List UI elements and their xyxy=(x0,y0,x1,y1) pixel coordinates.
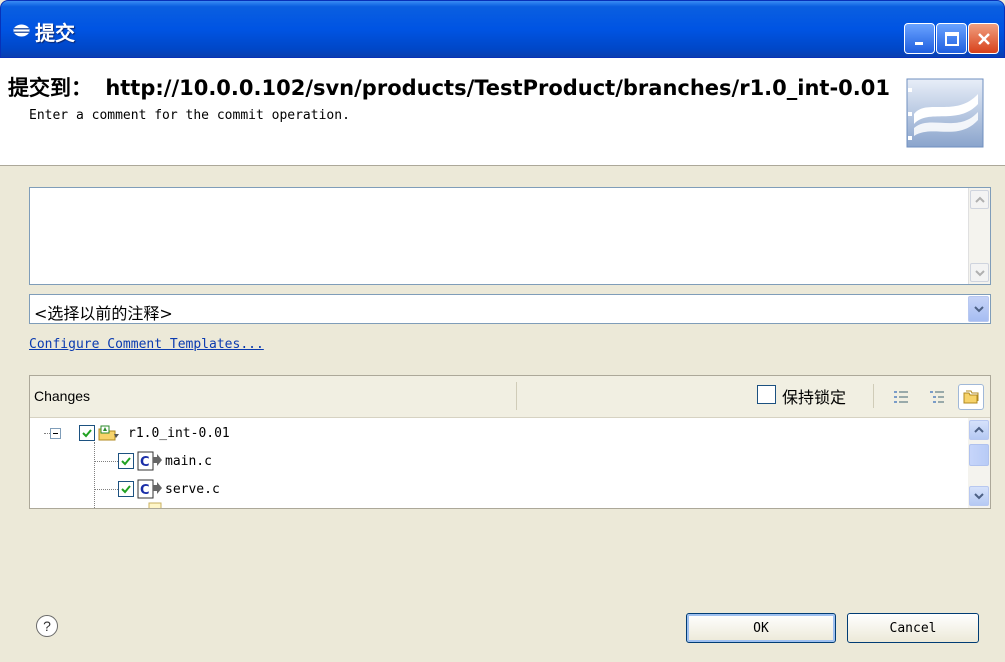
changes-tree[interactable]: r1.0_int-0.01 C main.c C serve.c xyxy=(30,418,968,508)
dialog-header: 提交到： http://10.0.0.102/svn/products/Test… xyxy=(0,58,1005,166)
list-icon xyxy=(894,391,908,403)
tree-connector xyxy=(94,442,95,508)
header-divider xyxy=(516,382,517,410)
comment-scrollbar[interactable] xyxy=(968,188,990,284)
item-checkbox[interactable] xyxy=(118,453,134,469)
tree-row-root[interactable]: r1.0_int-0.01 xyxy=(50,420,230,446)
checkmark-icon xyxy=(121,485,131,494)
checkmark-icon xyxy=(82,429,92,438)
help-icon[interactable]: ? xyxy=(36,615,58,637)
title-bar[interactable]: 提交 xyxy=(0,0,1005,58)
heading-url: http://10.0.0.102/svn/products/TestProdu… xyxy=(105,76,890,100)
chevron-down-icon xyxy=(974,493,984,500)
scroll-up-button[interactable] xyxy=(970,190,989,209)
tree-item-label: main.c xyxy=(165,453,212,469)
tree-item-label: serve.c xyxy=(165,481,220,497)
svn-folder-icon xyxy=(98,425,119,441)
c-file-icon: C xyxy=(137,451,162,471)
tree-row-file[interactable]: C serve.c xyxy=(118,476,220,502)
scroll-down-button[interactable] xyxy=(970,263,989,282)
minimize-button[interactable] xyxy=(904,23,935,54)
keep-locks-label: 保持锁定 xyxy=(782,388,847,407)
page-title: 提交到： http://10.0.0.102/svn/products/Test… xyxy=(8,72,890,102)
ok-button[interactable]: OK xyxy=(686,613,836,643)
tree-layout-button[interactable] xyxy=(924,384,950,410)
item-checkbox[interactable] xyxy=(79,425,95,441)
file-icon xyxy=(148,502,162,508)
compressed-folders-button[interactable] xyxy=(958,384,984,410)
maximize-icon xyxy=(944,31,959,46)
minimize-icon xyxy=(914,41,923,45)
chevron-down-icon xyxy=(974,269,985,276)
scroll-down-button[interactable] xyxy=(969,486,989,506)
tree-item-label: r1.0_int-0.01 xyxy=(128,425,230,441)
tree-connector xyxy=(94,461,118,462)
checkmark-icon xyxy=(121,457,131,466)
previous-comments-select[interactable]: <选择以前的注释> xyxy=(29,294,991,324)
svg-text:C: C xyxy=(140,455,150,470)
svg-text:C: C xyxy=(140,483,150,498)
changes-panel: Changes 保持锁定 r1.0_int-0.01 C main.c C se… xyxy=(29,375,991,509)
tree-icon xyxy=(930,391,944,403)
dropdown-button[interactable] xyxy=(968,296,989,322)
comment-textarea[interactable] xyxy=(29,187,991,285)
maximize-button[interactable] xyxy=(936,23,967,54)
scroll-thumb[interactable] xyxy=(969,444,989,466)
folder-icon xyxy=(963,390,979,404)
changes-title: Changes xyxy=(34,388,91,404)
chevron-up-icon xyxy=(974,196,985,203)
heading-prefix: 提交到： xyxy=(8,76,92,100)
tree-connector xyxy=(94,489,118,490)
toolbar-divider xyxy=(873,384,874,408)
collapse-toggle[interactable] xyxy=(50,427,61,439)
keep-locks-checkbox[interactable] xyxy=(757,385,776,404)
window-title: 提交 xyxy=(35,21,75,45)
close-icon xyxy=(977,32,990,45)
dialog-description: Enter a comment for the commit operation… xyxy=(29,108,350,123)
subversion-logo xyxy=(906,78,984,148)
flat-layout-button[interactable] xyxy=(888,384,914,410)
configure-templates-link[interactable]: Configure Comment Templates... xyxy=(29,337,264,352)
chevron-up-icon xyxy=(974,426,984,433)
c-file-icon: C xyxy=(137,479,162,499)
cancel-button[interactable]: Cancel xyxy=(847,613,979,643)
scroll-up-button[interactable] xyxy=(969,420,989,440)
changes-header: Changes 保持锁定 xyxy=(30,376,990,418)
tree-scrollbar[interactable] xyxy=(968,418,990,508)
eclipse-icon xyxy=(13,24,30,37)
close-button[interactable] xyxy=(968,23,999,54)
previous-comments-value: <选择以前的注释> xyxy=(34,304,173,323)
tree-row-file[interactable]: C main.c xyxy=(118,448,212,474)
chevron-down-icon xyxy=(973,306,984,313)
item-checkbox[interactable] xyxy=(118,481,134,497)
